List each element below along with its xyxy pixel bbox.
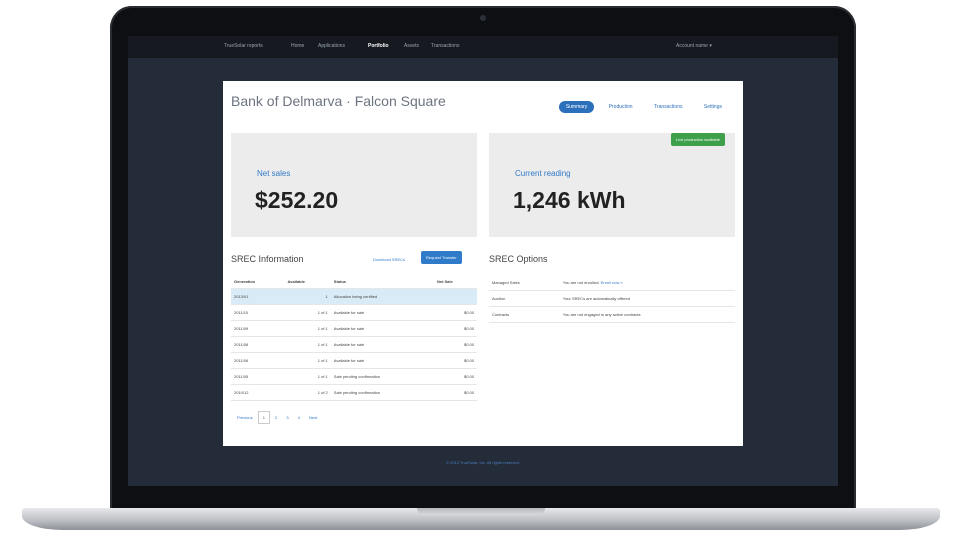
option-label: Managed Sales [489,275,560,291]
nav-applications[interactable]: Applications [318,43,345,49]
footer-text[interactable]: © 2013 TrueSolar, Inc. All rights reserv… [128,460,838,465]
cell-available: 1 [284,288,331,305]
cell-generation: 2011/06 [231,352,285,369]
table-row[interactable]: 2011/09 1 of 1 Available for sale $0.00 [231,320,477,337]
cell-net-sale: $0.00 [433,320,477,337]
page-title: Bank of Delmarva · Falcon Square [231,93,446,109]
nav-brand[interactable]: TrueSolar reports [224,43,263,49]
table-header-row: Generation Available Status Net Sale [231,275,477,289]
list-item: Managed Sales You are not enrolled. Enro… [489,275,735,291]
list-item: Auction Your SRECs are automatically off… [489,290,735,307]
pager-next[interactable]: Next [305,412,321,423]
live-production-badge[interactable]: Live production available [670,133,725,146]
request-transfer-button[interactable]: Request Transfer [421,251,462,264]
tab-transactions[interactable]: Transactions [647,101,689,113]
option-label: Contracts [489,306,560,323]
option-label: Auction [489,290,560,307]
current-reading-value: 1,246 kWh [513,187,626,213]
download-srecs-link[interactable]: Download SRECs [373,257,405,262]
cell-generation: 2011/08 [231,336,285,353]
option-value: You are not enrolled. Enroll now » [559,275,735,291]
cell-net-sale: $0.00 [433,336,477,353]
tab-production[interactable]: Production [602,101,640,113]
col-generation[interactable]: Generation [231,275,285,289]
account-menu[interactable]: Account name ▾ [676,43,712,49]
cell-net-sale: $0.00 [433,368,477,385]
net-sales-card: Net sales $252.20 [231,133,477,237]
srec-table: Generation Available Status Net Sale 201… [231,275,477,401]
table-row[interactable]: 2011/06 1 of 1 Available for sale $0.00 [231,352,477,369]
cell-generation: 2011/05 [231,368,285,385]
pager-page-4[interactable]: 4 [294,412,304,423]
option-value: You are not engaged in any active contra… [559,306,735,323]
cell-generation: 2010/12 [231,384,285,401]
cell-net-sale: $0.00 [433,304,477,321]
net-sales-value: $252.20 [255,187,339,213]
cell-net-sale [433,288,477,305]
laptop-bezel: TrueSolar reports Home Applications Port… [110,6,856,514]
cell-status: Allocation being certified [330,288,434,305]
current-reading-card: Live production available Current readin… [489,133,735,237]
option-text: You are not enrolled. [562,280,600,285]
nav-home[interactable]: Home [291,43,304,49]
tab-summary[interactable]: Summary [558,101,595,113]
pager-page-2[interactable]: 2 [271,412,281,423]
cell-status: Sale pending confirmation [330,384,434,401]
tab-settings[interactable]: Settings [697,101,729,113]
cell-status: Sale pending confirmation [330,368,434,385]
pager-page-1[interactable]: 1 [257,411,270,424]
table-row[interactable]: 2010/12 1 of 2 Sale pending confirmation… [231,384,477,401]
table-row[interactable]: 2011/08 1 of 1 Available for sale $0.00 [231,336,477,353]
nav-transactions[interactable]: Transactions [431,43,459,49]
current-reading-label: Current reading [515,169,571,178]
list-item: Contracts You are not engaged in any act… [489,306,735,323]
cell-available: 1 of 1 [284,336,331,353]
col-net-sale[interactable]: Net Sale [433,275,477,289]
cell-status: Available for sale [330,352,434,369]
enroll-now-link[interactable]: Enroll now » [601,280,623,285]
pagination: Previous 1 2 3 4 Next [233,411,321,424]
cell-status: Available for sale [330,304,434,321]
cell-net-sale: $0.00 [433,352,477,369]
cell-available: 1 of 2 [284,384,331,401]
screen: TrueSolar reports Home Applications Port… [128,36,838,486]
srec-options-table: Managed Sales You are not enrolled. Enro… [489,275,735,323]
pager-page-3[interactable]: 3 [282,412,292,423]
cell-available: 1 of 1 [284,352,331,369]
nav-assets[interactable]: Assets [404,43,419,49]
cell-generation: 2011/10 [231,304,285,321]
net-sales-label: Net sales [257,169,291,178]
col-status[interactable]: Status [330,275,434,289]
tab-bar: Summary Production Transactions Settings [556,95,729,113]
cell-available: 1 of 1 [284,368,331,385]
table-row[interactable]: 2011/05 1 of 1 Sale pending confirmation… [231,368,477,385]
table-row[interactable]: 2013/01 1 Allocation being certified [231,288,477,305]
pager-previous[interactable]: Previous [233,412,257,423]
option-value: Your SRECs are automatically offered [559,290,735,307]
camera-icon [480,15,486,21]
cell-net-sale: $0.00 [433,384,477,401]
cell-status: Available for sale [330,336,434,353]
top-navbar: TrueSolar reports Home Applications Port… [128,36,838,58]
nav-portfolio[interactable]: Portfolio [368,43,389,49]
srec-info-title: SREC Information [231,254,304,264]
cell-generation: 2011/09 [231,320,285,337]
main-panel: Bank of Delmarva · Falcon Square Summary… [223,81,743,446]
col-available[interactable]: Available [284,275,331,289]
cell-generation: 2013/01 [231,288,285,305]
cell-available: 1 of 1 [284,320,331,337]
cell-status: Available for sale [330,320,434,337]
table-row[interactable]: 2011/10 1 of 1 Available for sale $0.00 [231,304,477,321]
cell-available: 1 of 1 [284,304,331,321]
laptop-notch [417,508,545,515]
srec-options-title: SREC Options [489,254,548,264]
laptop-base [22,508,940,530]
